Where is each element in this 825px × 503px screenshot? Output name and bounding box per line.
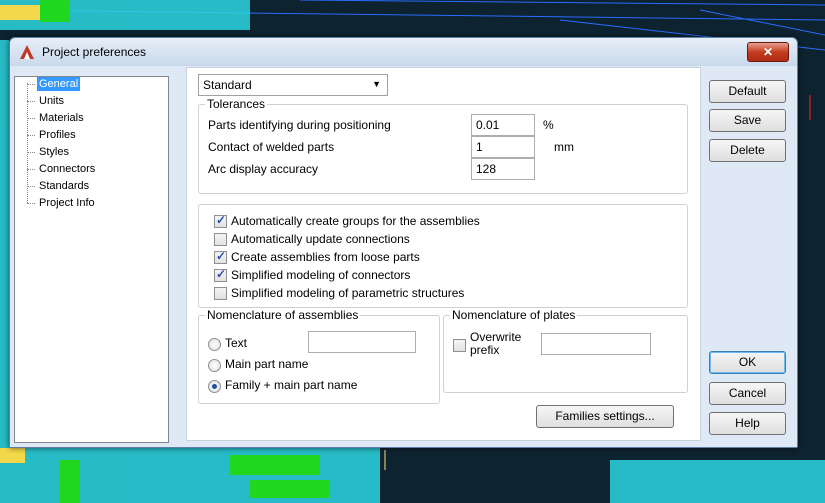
- help-button[interactable]: Help: [709, 412, 786, 435]
- arc-accuracy-field[interactable]: 128: [471, 158, 535, 180]
- nomenclature-assemblies-group: Nomenclature of assemblies Text Main par…: [198, 308, 440, 404]
- parts-identifying-field[interactable]: 0.01: [471, 114, 535, 136]
- tree-item-standards[interactable]: Standards: [37, 179, 91, 193]
- option-label: Automatically create groups for the asse…: [231, 214, 480, 228]
- tolerance-label: Arc display accuracy: [208, 162, 319, 176]
- field-value: 0.01: [476, 118, 500, 132]
- checkbox[interactable]: [214, 213, 227, 228]
- checkbox[interactable]: [214, 249, 227, 264]
- field-value: 128: [476, 162, 497, 176]
- ok-button[interactable]: OK: [709, 351, 786, 374]
- tree-connector: [27, 203, 35, 204]
- checkbox[interactable]: [214, 287, 227, 300]
- tree-item-materials[interactable]: Materials: [37, 111, 86, 125]
- default-button[interactable]: Default: [709, 80, 786, 103]
- project-preferences-dialog: Project preferences ✕ General Units Mate…: [9, 37, 798, 448]
- close-icon: ✕: [762, 45, 774, 59]
- tree-item-styles[interactable]: Styles: [37, 145, 71, 159]
- option-label: Automatically update connections: [231, 232, 410, 246]
- tree-item-project-info[interactable]: Project Info: [37, 196, 97, 210]
- radio-family-main-part[interactable]: [208, 380, 221, 393]
- tree-connector: [27, 186, 35, 187]
- overwrite-label: Overwrite: [470, 330, 522, 344]
- tree-item-units[interactable]: Units: [37, 94, 66, 108]
- app-icon: [20, 45, 34, 59]
- unit-label: %: [543, 118, 554, 132]
- nomenclature-plates-title: Nomenclature of plates: [450, 308, 578, 322]
- option-label: Simplified modeling of connectors: [231, 268, 411, 282]
- cancel-button[interactable]: Cancel: [709, 382, 786, 405]
- tree-connector: [27, 169, 35, 170]
- field-value: 1: [476, 140, 483, 154]
- tree-connector: [27, 84, 35, 85]
- checkbox[interactable]: [214, 267, 227, 282]
- delete-button[interactable]: Delete: [709, 139, 786, 162]
- tree-connector: [27, 135, 35, 136]
- general-panel: Standard ▼ Tolerances Parts identifying …: [186, 67, 701, 441]
- option-label: Simplified modeling of parametric struct…: [231, 286, 465, 300]
- close-button[interactable]: ✕: [747, 42, 789, 62]
- overwrite-label: prefix: [470, 343, 500, 357]
- tolerances-title: Tolerances: [205, 97, 268, 111]
- standard-select-value: Standard: [203, 78, 252, 92]
- tree-connector: [27, 152, 35, 153]
- nomenclature-plates-group: Nomenclature of plates Overwrite prefix: [443, 308, 688, 393]
- prefix-field[interactable]: [541, 333, 651, 355]
- standard-select[interactable]: Standard ▼: [198, 74, 388, 96]
- tree-item-profiles[interactable]: Profiles: [37, 128, 78, 142]
- title-bar[interactable]: Project preferences ✕: [10, 38, 797, 66]
- dialog-client: General Units Materials Profiles Styles …: [10, 66, 797, 447]
- tolerances-group: Tolerances Parts identifying during posi…: [198, 97, 688, 194]
- tree-connector: [27, 101, 35, 102]
- tolerance-label: Contact of welded parts: [208, 140, 335, 154]
- tolerance-label: Parts identifying during positioning: [208, 118, 391, 132]
- chevron-down-icon: ▼: [372, 79, 381, 89]
- overwrite-prefix-checkbox[interactable]: [453, 339, 466, 352]
- save-button[interactable]: Save: [709, 109, 786, 132]
- tree-item-general[interactable]: General: [37, 77, 81, 91]
- checkbox[interactable]: [214, 233, 227, 246]
- assembly-text-field[interactable]: [308, 331, 416, 353]
- nomenclature-assemblies-title: Nomenclature of assemblies: [205, 308, 361, 322]
- options-group: Automatically create groups for the asse…: [198, 204, 688, 308]
- welded-contact-field[interactable]: 1: [471, 136, 535, 158]
- families-settings-button[interactable]: Families settings...: [536, 405, 674, 428]
- radio-label: Text: [225, 336, 248, 350]
- tree-connector: [27, 118, 35, 119]
- tree-item-connectors[interactable]: Connectors: [37, 162, 97, 176]
- radio-text[interactable]: [208, 338, 221, 351]
- unit-label: mm: [554, 140, 574, 154]
- option-label: Create assemblies from loose parts: [231, 250, 420, 264]
- radio-label: Family + main part name: [225, 378, 358, 392]
- radio-main-part-name[interactable]: [208, 359, 221, 372]
- radio-label: Main part name: [225, 357, 309, 371]
- category-tree: General Units Materials Profiles Styles …: [14, 76, 169, 443]
- window-title: Project preferences: [42, 45, 147, 59]
